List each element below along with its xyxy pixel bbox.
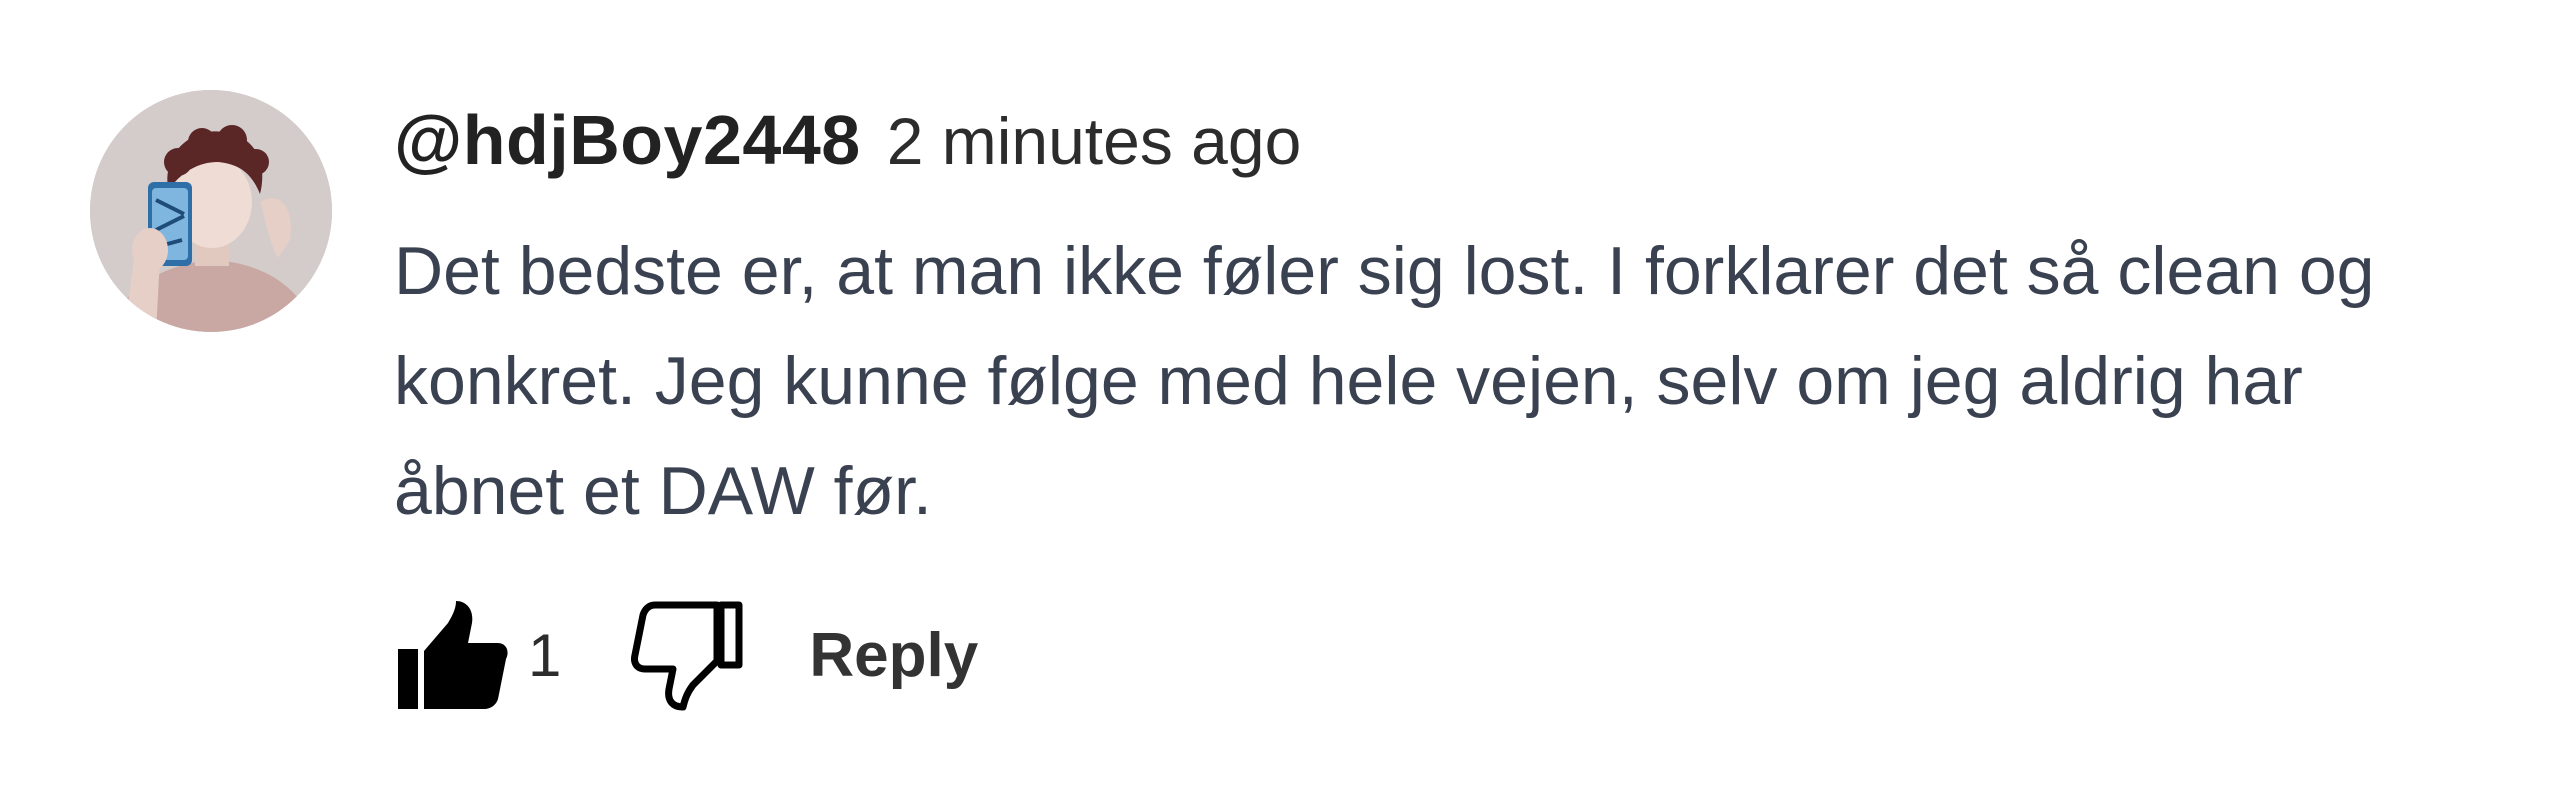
author-name[interactable]: @hdjBoy2448 (394, 100, 861, 180)
comment-text: Det bedste er, at man ikke føler sig los… (394, 233, 2375, 529)
avatar-image (90, 90, 332, 332)
thumbs-down-icon (631, 601, 743, 711)
timestamp[interactable]: 2 minutes ago (887, 103, 1302, 179)
comment-header: @hdjBoy2448 2 minutes ago (394, 100, 2494, 196)
thumbs-up-icon (398, 601, 508, 709)
like-button[interactable] (394, 590, 524, 720)
like-count: 1 (528, 621, 562, 689)
comment-actions: 1 Reply (394, 590, 978, 720)
reply-button[interactable]: Reply (809, 620, 978, 691)
dislike-button[interactable] (629, 590, 759, 720)
avatar[interactable] (90, 90, 332, 332)
comment: @hdjBoy2448 2 minutes ago Det bedste er,… (0, 0, 2568, 804)
comment-body: @hdjBoy2448 2 minutes ago Det bedste er,… (394, 100, 2494, 546)
